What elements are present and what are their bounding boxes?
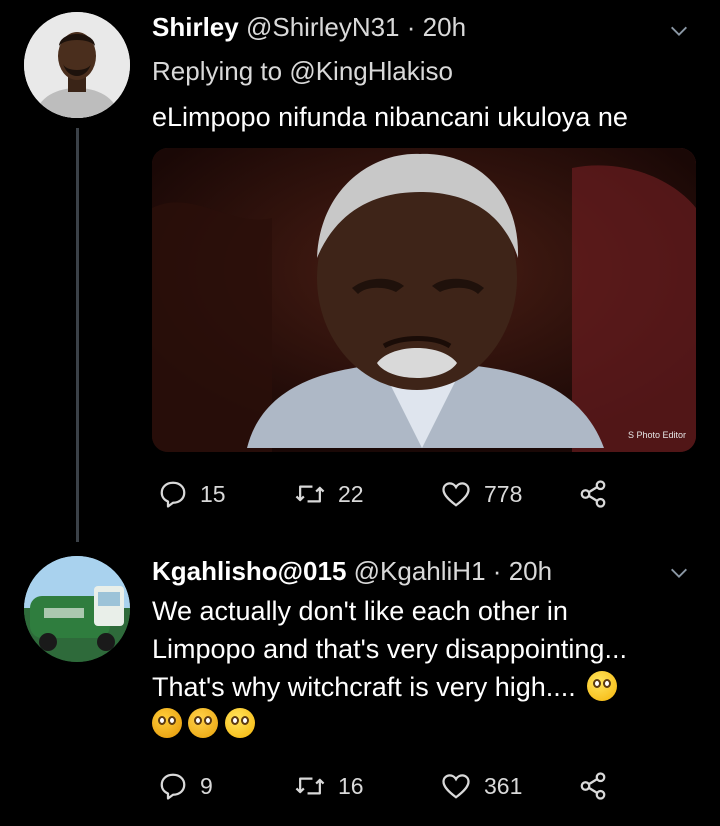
retweet-button[interactable]: 22 <box>294 474 364 514</box>
retweet-button[interactable]: 16 <box>294 766 364 806</box>
reply-count: 9 <box>200 772 213 799</box>
retweet-icon <box>295 485 325 503</box>
tweet-text: We actually don't like each other in Lim… <box>152 592 692 706</box>
like-count: 361 <box>484 772 523 799</box>
photo-elderly-man <box>152 148 696 452</box>
thread-line <box>76 128 79 542</box>
tweet-text-line: Limpopo and that's very disappointing... <box>152 634 627 664</box>
tweet-header: Shirley @ShirleyN31 · 20h <box>152 12 466 43</box>
user-handle[interactable]: @KgahliH1 <box>354 556 486 586</box>
reply-button[interactable]: 9 <box>158 766 213 806</box>
chevron-down-icon[interactable] <box>668 562 690 584</box>
share-icon <box>580 772 606 800</box>
heart-icon <box>442 774 470 799</box>
tweet-text-line: We actually don't like each other in <box>152 596 568 626</box>
avatar-photo <box>24 12 130 118</box>
share-icon <box>580 480 606 508</box>
like-count: 778 <box>484 480 523 507</box>
reply-icon <box>160 481 186 508</box>
heart-icon <box>442 482 470 507</box>
tweet-kgahlisho[interactable]: Kgahlisho@015 @KgahliH1 · 20h We actuall… <box>0 540 720 826</box>
timestamp[interactable]: 20h <box>423 12 466 42</box>
retweet-icon <box>295 777 325 795</box>
retweet-count: 22 <box>338 480 364 507</box>
display-name[interactable]: Kgahlisho@015 <box>152 556 346 586</box>
tweet-shirley[interactable]: Shirley @ShirleyN31 · 20h Replying to @K… <box>0 0 720 542</box>
share-button[interactable] <box>578 474 608 514</box>
share-button[interactable] <box>578 766 608 806</box>
reply-icon <box>160 773 186 800</box>
avatar[interactable] <box>24 12 130 118</box>
chevron-down-icon[interactable] <box>668 20 690 42</box>
tweet-text-line: That's why witchcraft is very high.... <box>152 668 692 706</box>
replying-to: Replying to @KingHlakiso <box>152 56 453 87</box>
display-name[interactable]: Shirley <box>152 12 239 42</box>
action-bar: 9 16 361 <box>152 766 632 806</box>
like-button[interactable]: 778 <box>440 474 522 514</box>
separator-dot: · <box>406 12 416 42</box>
action-bar: 15 22 778 <box>152 474 632 514</box>
reply-count: 15 <box>200 480 226 507</box>
user-handle[interactable]: @ShirleyN31 <box>246 12 400 42</box>
disappointed-face-emoji <box>188 708 219 738</box>
tweet-text: eLimpopo nifunda nibancani ukuloya ne <box>152 102 628 132</box>
tweet-header: Kgahlisho@015 @KgahliH1 · 20h <box>152 556 552 587</box>
avatar[interactable] <box>24 556 130 662</box>
emoji-row <box>152 708 257 738</box>
timestamp[interactable]: 20h <box>509 556 552 586</box>
separator-dot: · <box>492 556 502 586</box>
replying-prefix: Replying to <box>152 56 283 86</box>
loudly-crying-face-emoji <box>152 708 182 738</box>
replying-to-mention[interactable]: @KingHlakiso <box>289 56 453 86</box>
media-watermark: S Photo Editor <box>627 430 686 440</box>
tweet-image[interactable]: S Photo Editor <box>152 148 696 452</box>
reply-button[interactable]: 15 <box>158 474 226 514</box>
avatar-photo <box>24 556 130 662</box>
sad-relieved-face-emoji <box>224 708 255 738</box>
tweet-text-line-content: That's why witchcraft is very high.... <box>152 672 576 702</box>
flushed-face-emoji <box>587 671 618 701</box>
like-button[interactable]: 361 <box>440 766 522 806</box>
retweet-count: 16 <box>338 772 364 799</box>
